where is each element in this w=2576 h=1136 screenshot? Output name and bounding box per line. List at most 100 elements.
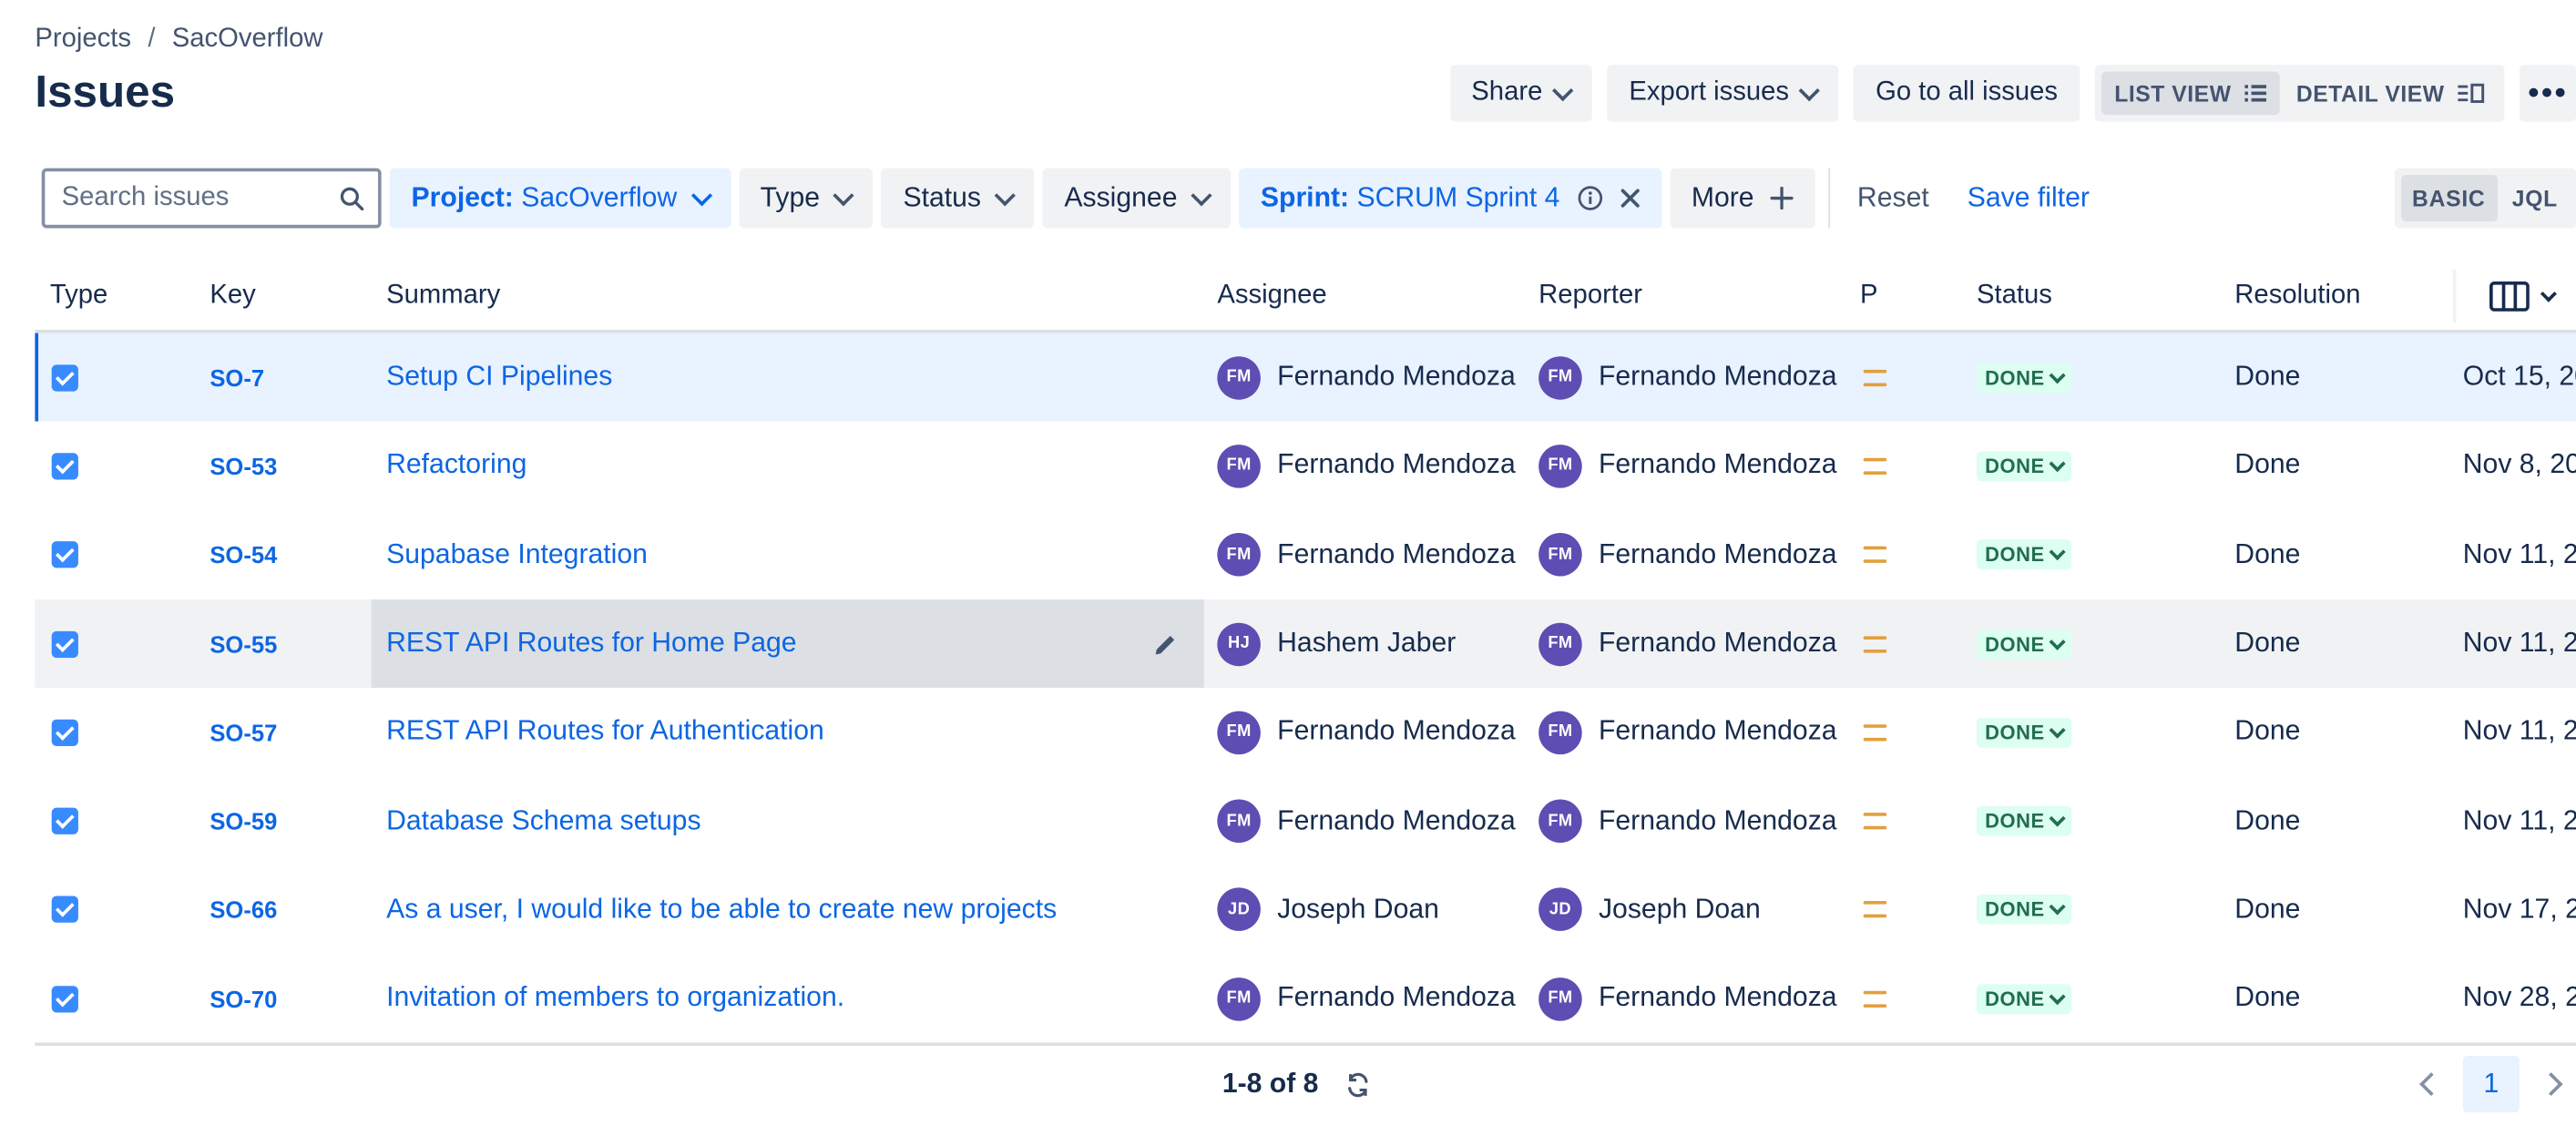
issue-key[interactable]: SO-57 <box>210 719 277 745</box>
jql-mode-button[interactable]: JQL <box>2500 175 2570 221</box>
issue-summary[interactable]: REST API Routes for Authentication <box>386 717 824 749</box>
reporter-cell[interactable]: FM Fernando Mendoza <box>1538 422 1837 510</box>
checkbox-icon[interactable] <box>51 985 78 1012</box>
issue-key[interactable]: SO-54 <box>210 542 277 568</box>
detail-view-icon <box>2458 83 2485 103</box>
column-header-type[interactable]: Type <box>50 281 107 312</box>
issues-page: Projects / SacOverflow Issues Share Expo… <box>0 0 2576 1136</box>
created-date: Nov 11, 20 <box>2462 716 2576 747</box>
table-row[interactable]: SO-57 REST API Routes for Authentication… <box>35 688 2576 776</box>
status-badge[interactable]: DONE <box>1976 362 2071 393</box>
reporter-cell[interactable]: FM Fernando Mendoza <box>1538 955 1837 1043</box>
previous-page-icon[interactable] <box>2419 1072 2443 1097</box>
avatar: FM <box>1217 799 1261 844</box>
refresh-icon[interactable] <box>1345 1072 1370 1098</box>
status-filter[interactable]: Status <box>881 168 1035 229</box>
assignee-cell[interactable]: FM Fernando Mendoza <box>1217 955 1516 1043</box>
clear-filter-icon[interactable] <box>1620 189 1640 209</box>
checkbox-icon[interactable] <box>51 629 78 658</box>
detail-view-button[interactable]: DETAIL VIEW <box>2283 72 2498 116</box>
table-row[interactable]: SO-54 Supabase Integration FM Fernando Me… <box>35 510 2576 599</box>
issue-summary[interactable]: As a user, I would like to be able to cr… <box>386 895 1057 926</box>
table-row[interactable]: SO-53 Refactoring FM Fernando Mendoza FM F… <box>35 422 2576 510</box>
assignee-cell[interactable]: FM Fernando Mendoza <box>1217 333 1516 422</box>
reporter-cell[interactable]: FM Fernando Mendoza <box>1538 333 1837 422</box>
checkbox-icon[interactable] <box>51 896 78 924</box>
column-header-priority[interactable]: P <box>1860 281 1878 312</box>
issue-summary[interactable]: Refactoring <box>386 450 526 482</box>
column-header-reporter[interactable]: Reporter <box>1538 281 1642 312</box>
avatar: FM <box>1538 533 1582 577</box>
issue-key[interactable]: SO-70 <box>210 986 277 1012</box>
table-row[interactable]: SO-55 REST API Routes for Home Page HJ Ha… <box>35 599 2576 689</box>
reporter-cell[interactable]: FM Fernando Mendoza <box>1538 599 1837 688</box>
table-row[interactable]: SO-66 As a user, I would like to be able… <box>35 865 2576 954</box>
column-header-assignee[interactable]: Assignee <box>1217 281 1326 312</box>
go-to-all-issues-button[interactable]: Go to all issues <box>1854 65 2080 122</box>
share-button[interactable]: Share <box>1449 65 1593 122</box>
reporter-cell[interactable]: JD Joseph Doan <box>1538 865 1761 954</box>
avatar: FM <box>1538 444 1582 488</box>
assignee-cell[interactable]: FM Fernando Mendoza <box>1217 688 1516 776</box>
search-input[interactable] <box>57 181 332 215</box>
assignee-filter[interactable]: Assignee <box>1042 168 1231 229</box>
column-header-key[interactable]: Key <box>210 281 255 312</box>
table-row[interactable]: SO-7 Setup CI Pipelines FM Fernando Mendo… <box>35 333 2576 423</box>
issue-key[interactable]: SO-7 <box>210 364 264 391</box>
issue-summary[interactable]: Database Schema setups <box>386 805 700 837</box>
sprint-filter[interactable]: Sprint: SCRUM Sprint 4 <box>1239 168 1661 229</box>
type-filter[interactable]: Type <box>738 168 874 229</box>
column-header-resolution[interactable]: Resolution <box>2234 281 2360 312</box>
column-header-summary[interactable]: Summary <box>386 281 500 312</box>
checkbox-icon[interactable] <box>51 807 78 835</box>
reset-button[interactable]: Reset <box>1842 182 1944 214</box>
assignee-cell[interactable]: HJ Hashem Jaber <box>1217 599 1456 688</box>
export-issues-button[interactable]: Export issues <box>1607 65 1839 122</box>
next-page-icon[interactable] <box>2539 1072 2563 1097</box>
checkbox-icon[interactable] <box>51 541 78 568</box>
reporter-cell[interactable]: FM Fernando Mendoza <box>1538 777 1837 865</box>
status-badge[interactable]: DONE <box>1976 539 2071 570</box>
save-filter-button[interactable]: Save filter <box>1952 182 2104 214</box>
reporter-name: Fernando Mendoza <box>1598 805 1837 836</box>
status-badge[interactable]: DONE <box>1976 629 2071 660</box>
avatar: FM <box>1217 355 1261 400</box>
reporter-cell[interactable]: FM Fernando Mendoza <box>1538 510 1837 599</box>
status-label: DONE <box>1985 721 2045 744</box>
status-badge[interactable]: DONE <box>1976 806 2071 836</box>
assignee-cell[interactable]: FM Fernando Mendoza <box>1217 777 1516 865</box>
breadcrumb-project[interactable]: SacOverflow <box>172 25 323 55</box>
column-picker-button[interactable] <box>2452 270 2576 323</box>
info-icon[interactable] <box>1577 185 1603 211</box>
column-header-status[interactable]: Status <box>1977 281 2052 312</box>
project-filter[interactable]: Project: SacOverflow <box>389 168 731 229</box>
list-view-button[interactable]: LIST VIEW <box>2101 71 2280 116</box>
table-row[interactable]: SO-70 Invitation of members to organizat… <box>35 955 2576 1043</box>
issue-key[interactable]: SO-66 <box>210 896 277 923</box>
breadcrumb-projects[interactable]: Projects <box>35 25 131 55</box>
edit-pencil-icon[interactable] <box>1154 632 1178 656</box>
status-badge[interactable]: DONE <box>1976 717 2071 748</box>
page-button-current[interactable]: 1 <box>2462 1056 2520 1113</box>
checkbox-icon[interactable] <box>51 363 78 391</box>
assignee-cell[interactable]: FM Fernando Mendoza <box>1217 422 1516 510</box>
more-filters-button[interactable]: More <box>1670 168 1816 229</box>
issue-summary[interactable]: Supabase Integration <box>386 539 648 571</box>
issue-summary[interactable]: Setup CI Pipelines <box>386 362 612 394</box>
basic-mode-button[interactable]: BASIC <box>2400 174 2498 222</box>
status-badge[interactable]: DONE <box>1976 895 2071 926</box>
more-actions-button[interactable]: ••• <box>2519 65 2576 122</box>
reporter-cell[interactable]: FM Fernando Mendoza <box>1538 688 1837 776</box>
issue-summary[interactable]: REST API Routes for Home Page <box>386 628 796 660</box>
issue-key[interactable]: SO-55 <box>210 630 277 657</box>
assignee-cell[interactable]: FM Fernando Mendoza <box>1217 510 1516 599</box>
status-badge[interactable]: DONE <box>1976 983 2071 1014</box>
issue-summary[interactable]: Invitation of members to organization. <box>386 983 844 1015</box>
issue-key[interactable]: SO-59 <box>210 808 277 834</box>
issue-key[interactable]: SO-53 <box>210 453 277 479</box>
status-badge[interactable]: DONE <box>1976 451 2071 482</box>
table-row[interactable]: SO-59 Database Schema setups FM Fernando … <box>35 777 2576 865</box>
checkbox-icon[interactable] <box>51 719 78 746</box>
checkbox-icon[interactable] <box>51 453 78 480</box>
assignee-cell[interactable]: JD Joseph Doan <box>1217 865 1439 954</box>
